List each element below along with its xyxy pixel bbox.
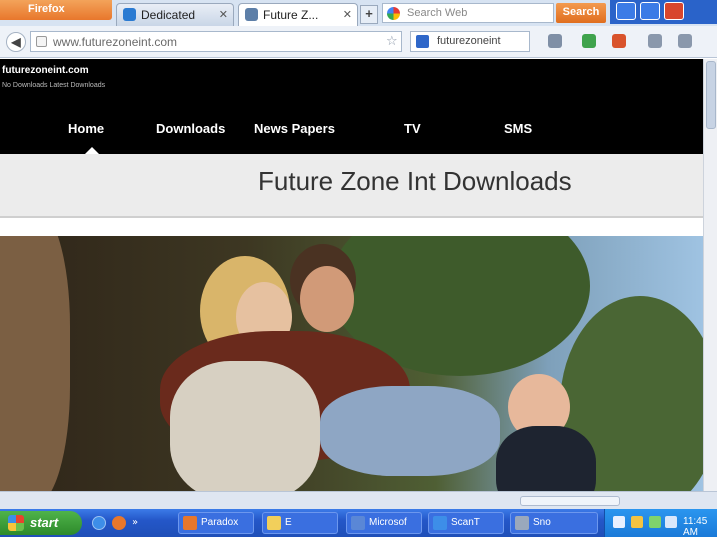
jeans (320, 386, 500, 476)
folder-icon (267, 516, 281, 530)
search-placeholder: Search Web (407, 7, 468, 19)
taskbar-item-label: ScanT (451, 517, 480, 528)
taskbar-item-microsoft[interactable]: Microsof (346, 512, 422, 534)
family-photo (0, 236, 703, 491)
taskbar-item-label: Microsof (369, 517, 407, 528)
search-button[interactable]: Search (556, 3, 606, 23)
window-icon (351, 516, 365, 530)
tray-app-icon[interactable] (665, 516, 677, 528)
menu-icon[interactable] (678, 34, 692, 48)
title-banner: Future Zone Int Downloads (0, 154, 703, 218)
man-face (300, 266, 354, 332)
taskbar-item-sno[interactable]: Sno (510, 512, 598, 534)
addon-icon[interactable] (582, 34, 596, 48)
nav-tv-link[interactable]: TV (404, 121, 421, 136)
navigation-toolbar: ◀ www.futurezoneint.com ☆ futurezoneint (0, 26, 717, 58)
web-page: futurezoneint.com No Downloads Latest Do… (0, 59, 703, 491)
site-search-input[interactable]: futurezoneint (410, 31, 530, 52)
search-engine-icon (416, 35, 429, 48)
minimize-icon[interactable] (616, 2, 636, 20)
nav-news-papers-link[interactable]: News Papers (254, 121, 335, 136)
new-tab-button[interactable]: + (360, 5, 378, 24)
firefox-icon (183, 516, 197, 530)
nav-home-link[interactable]: Home (68, 121, 104, 136)
google-icon (387, 7, 400, 20)
tree-trunk (0, 236, 70, 491)
search-input[interactable]: Search Web (382, 3, 554, 23)
start-label: start (30, 515, 59, 530)
windows-taskbar: start » Paradox E Microsof ScanT Sno 11:… (0, 509, 717, 537)
home-icon[interactable] (612, 34, 626, 48)
active-nav-indicator (85, 147, 99, 154)
ie-icon (433, 516, 447, 530)
firefox-icon[interactable] (112, 516, 126, 530)
page-title: Future Zone Int Downloads (258, 166, 572, 196)
baby-jacket (496, 426, 596, 491)
site-search-value: futurezoneint (437, 35, 501, 47)
clock[interactable]: 11:45 AM (683, 516, 717, 537)
tab-strip: Firefox Dedicated ✕ Future Z... ✕ + Sear… (0, 0, 717, 26)
windows-logo-icon (8, 515, 24, 531)
site-tagline: No Downloads Latest Downloads (2, 82, 106, 89)
taskbar-item-paradox[interactable]: Paradox (178, 512, 254, 534)
horizontal-scrollbar[interactable] (0, 491, 717, 509)
start-button[interactable]: start (0, 511, 82, 535)
close-icon[interactable]: ✕ (219, 8, 228, 21)
security-icon[interactable] (631, 516, 643, 528)
taskbar-item-label: Sno (533, 517, 551, 528)
ie-icon[interactable] (92, 516, 106, 530)
tab-label: Dedicated (141, 8, 196, 22)
tab-favicon-icon (245, 8, 258, 21)
tab-label: Future Z... (263, 8, 319, 22)
scrollbar-thumb[interactable] (520, 496, 620, 506)
network-icon[interactable] (613, 516, 625, 528)
system-tray: 11:45 AM (604, 509, 717, 537)
bookmark-star-icon[interactable]: ☆ (386, 34, 398, 49)
vertical-scrollbar[interactable] (703, 59, 717, 491)
quicklaunch-chevron-icon[interactable]: » (132, 517, 138, 528)
tab-favicon-icon (123, 8, 136, 21)
site-header: futurezoneint.com No Downloads Latest Do… (0, 59, 703, 154)
volume-icon[interactable] (649, 516, 661, 528)
divider (0, 220, 703, 236)
site-domain: futurezoneint.com (2, 65, 89, 76)
firefox-menu-button[interactable]: Firefox (0, 0, 112, 20)
taskbar-item-label: Paradox (201, 517, 239, 528)
address-bar[interactable]: www.futurezoneint.com (30, 31, 402, 52)
tab-dedicated[interactable]: Dedicated ✕ (116, 3, 234, 26)
window-controls (610, 0, 717, 24)
woman-sweater (170, 361, 320, 491)
close-icon[interactable]: ✕ (343, 8, 352, 21)
page-icon (36, 36, 47, 47)
nav-downloads-link[interactable]: Downloads (156, 121, 225, 136)
scrollbar-thumb[interactable] (706, 61, 716, 129)
maximize-icon[interactable] (640, 2, 660, 20)
taskbar-item-folder[interactable]: E (262, 512, 338, 534)
nav-sms-link[interactable]: SMS (504, 121, 532, 136)
address-url: www.futurezoneint.com (53, 35, 178, 49)
taskbar-item-scan[interactable]: ScanT (428, 512, 504, 534)
download-icon[interactable] (548, 34, 562, 48)
close-window-icon[interactable] (664, 2, 684, 20)
taskbar-item-label: E (285, 517, 292, 528)
back-button[interactable]: ◀ (6, 32, 26, 52)
tab-future-zone[interactable]: Future Z... ✕ (238, 3, 358, 26)
app-icon (515, 516, 529, 530)
bookmarks-icon[interactable] (648, 34, 662, 48)
